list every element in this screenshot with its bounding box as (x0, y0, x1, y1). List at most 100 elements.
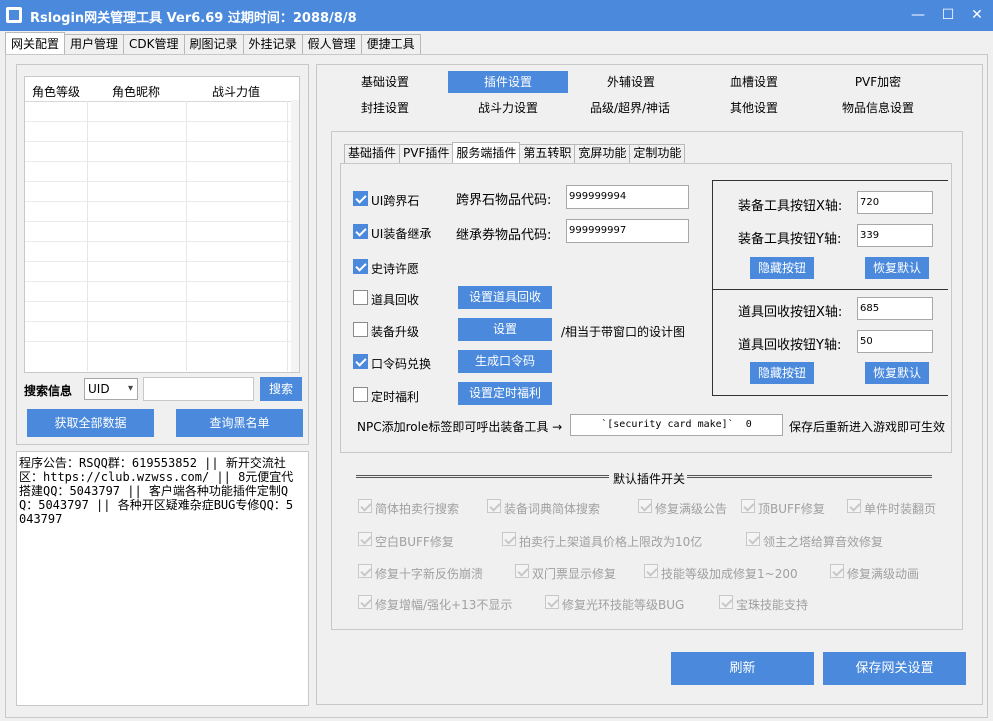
nav-hp-bar-settings[interactable]: 血槽设置 (708, 71, 800, 93)
table-scrollbar[interactable] (291, 100, 299, 372)
set-timed-welfare-button[interactable]: 设置定时福利 (458, 382, 552, 405)
refresh-button[interactable]: 刷新 (671, 652, 814, 685)
nav-grade-settings[interactable]: 品级/超界/神话 (580, 97, 680, 119)
timed-welfare-checkbox[interactable] (353, 387, 368, 402)
tab-custom-features[interactable]: 定制功能 (629, 144, 686, 163)
default-plugin-checkbox[interactable] (746, 532, 760, 546)
recycle-y-label: 道具回收按钮Y轴: (738, 338, 842, 353)
npc-tag-field[interactable]: `[security card make]` 0 (570, 414, 783, 436)
equip-y-label: 装备工具按钮Y轴: (738, 232, 842, 247)
set-recycle-button[interactable]: 设置道具回收 (458, 286, 552, 309)
search-input[interactable] (143, 377, 254, 401)
nav-item-info-settings[interactable]: 物品信息设置 (830, 97, 926, 119)
recycle-y-input[interactable]: 50 (857, 330, 933, 353)
tab-dungeon-log[interactable]: 刷图记录 (183, 34, 244, 54)
default-plugin-checkbox[interactable] (358, 564, 372, 578)
equip-hide-button[interactable]: 隐藏按钮 (750, 257, 814, 279)
default-plugin-checkbox[interactable] (502, 532, 516, 546)
grid-row-line (25, 261, 299, 262)
search-button[interactable]: 搜索 (260, 377, 302, 401)
default-plugin-label: 技能等级加成修复1~200 (661, 567, 798, 581)
recycle-hide-button[interactable]: 隐藏按钮 (750, 362, 814, 384)
close-button[interactable]: ✕ (961, 0, 993, 31)
nav-power-settings[interactable]: 战斗力设置 (468, 97, 548, 119)
default-plugin-checkbox[interactable] (515, 564, 529, 578)
default-plugin-label: 领主之塔给算音效修复 (763, 535, 884, 549)
epic-wish-checkbox[interactable] (353, 259, 368, 274)
column-header-nickname[interactable]: 角色昵称 (112, 83, 160, 100)
tab-cdk-management[interactable]: CDK管理 (123, 34, 185, 54)
equip-upgrade-checkbox[interactable] (353, 322, 368, 337)
grid-row-line (25, 341, 299, 342)
set-upgrade-button[interactable]: 设置 (458, 318, 552, 341)
tab-pvf-plugins[interactable]: PVF插件 (399, 144, 454, 163)
nav-other-settings[interactable]: 其他设置 (708, 97, 800, 119)
default-plugin-label: 修复满级动画 (847, 567, 920, 581)
npc-note: 保存后重新进入游戏即可生效 (789, 420, 946, 434)
grid-row-line (25, 221, 299, 222)
default-plugin-checkbox[interactable] (644, 564, 658, 578)
default-plugin-label: 修复满级公告 (655, 502, 728, 516)
code-redeem-checkbox[interactable] (353, 354, 368, 369)
default-plugin-label: 修复光环技能等级BUG (562, 598, 685, 612)
recycle-x-label: 道具回收按钮X轴: (738, 305, 843, 320)
tab-bot-management[interactable]: 假人管理 (301, 34, 362, 54)
cross-stone-code-input[interactable]: 999999994 (566, 185, 689, 209)
default-plugin-checkbox[interactable] (847, 499, 861, 513)
default-plugin-checkbox[interactable] (638, 499, 652, 513)
equip-reset-button[interactable]: 恢复默认 (865, 257, 929, 279)
window-title: Rslogin网关管理工具 Ver6.69 过期时间：2088/8/8 (30, 11, 357, 26)
equip-upgrade-label: 装备升级 (371, 325, 420, 339)
equip-x-label: 装备工具按钮X轴: (738, 199, 843, 214)
default-plugin-checkbox[interactable] (545, 595, 559, 609)
nav-basic-settings[interactable]: 基础设置 (340, 71, 430, 93)
tab-gateway-config[interactable]: 网关配置 (5, 32, 66, 54)
nav-pvf-encrypt[interactable]: PVF加密 (830, 71, 926, 93)
inherit-ticket-code-input[interactable]: 999999997 (566, 219, 689, 243)
nav-anticheat-settings[interactable]: 封挂设置 (340, 97, 430, 119)
equip-x-input[interactable]: 720 (857, 191, 933, 214)
blacklist-button[interactable]: 查询黑名单 (176, 409, 303, 437)
tab-basic-plugins[interactable]: 基础插件 (344, 144, 401, 163)
default-plugin-checkbox[interactable] (741, 499, 755, 513)
tab-server-plugins[interactable]: 服务端插件 (452, 142, 521, 163)
code-redeem-label: 口令码兑换 (371, 357, 432, 371)
maximize-button[interactable]: ☐ (932, 0, 964, 31)
plugin-tabs: 基础插件 PVF插件 服务端插件 第五转职 宽屏功能 定制功能 (344, 142, 686, 163)
ui-equip-inherit-checkbox[interactable] (353, 224, 368, 239)
default-plugin-checkbox[interactable] (719, 595, 733, 609)
tab-cheat-log[interactable]: 外挂记录 (242, 34, 303, 54)
recycle-x-input[interactable]: 685 (857, 297, 933, 320)
tab-widescreen[interactable]: 宽屏功能 (574, 144, 631, 163)
fetch-all-button[interactable]: 获取全部数据 (27, 409, 154, 437)
equip-y-input[interactable]: 339 (857, 224, 933, 247)
tab-tools[interactable]: 便捷工具 (360, 34, 421, 54)
separator-left (356, 475, 609, 478)
generate-code-button[interactable]: 生成口令码 (458, 350, 552, 373)
default-plugin-checkbox[interactable] (830, 564, 844, 578)
tab-fifth-job[interactable]: 第五转职 (519, 144, 576, 163)
column-header-level[interactable]: 角色等级 (32, 83, 80, 100)
ui-cross-stone-checkbox[interactable] (353, 191, 368, 206)
notice-text: 程序公告：RSQQ群：619553852 || 新开交流社区：https://c… (19, 456, 294, 526)
column-header-power[interactable]: 战斗力值 (212, 83, 260, 100)
default-plugin-checkbox[interactable] (358, 595, 372, 609)
cross-stone-code-label: 跨界石物品代码: (456, 193, 552, 208)
default-plugin-checkbox[interactable] (487, 499, 501, 513)
default-plugin-label: 宝珠技能支持 (736, 598, 809, 612)
recycle-reset-button[interactable]: 恢复默认 (865, 362, 929, 384)
nav-plugin-settings[interactable]: 插件设置 (448, 71, 568, 93)
grid-row-line (25, 121, 299, 122)
grid-row-line (25, 201, 299, 202)
default-plugin-checkbox[interactable] (358, 499, 372, 513)
default-plugin-label: 修复十字新反伤崩溃 (375, 567, 484, 581)
nav-aux-settings[interactable]: 外辅设置 (588, 71, 674, 93)
default-plugin-checkbox[interactable] (358, 532, 372, 546)
default-plugin-label: 单件时装翻页 (864, 502, 937, 516)
tab-user-management[interactable]: 用户管理 (64, 34, 125, 54)
minimize-button[interactable]: — (902, 0, 934, 31)
timed-welfare-label: 定时福利 (371, 390, 420, 404)
item-recycle-checkbox[interactable] (353, 290, 368, 305)
save-gateway-button[interactable]: 保存网关设置 (823, 652, 966, 685)
search-type-select[interactable]: UID ▾ (84, 378, 138, 400)
